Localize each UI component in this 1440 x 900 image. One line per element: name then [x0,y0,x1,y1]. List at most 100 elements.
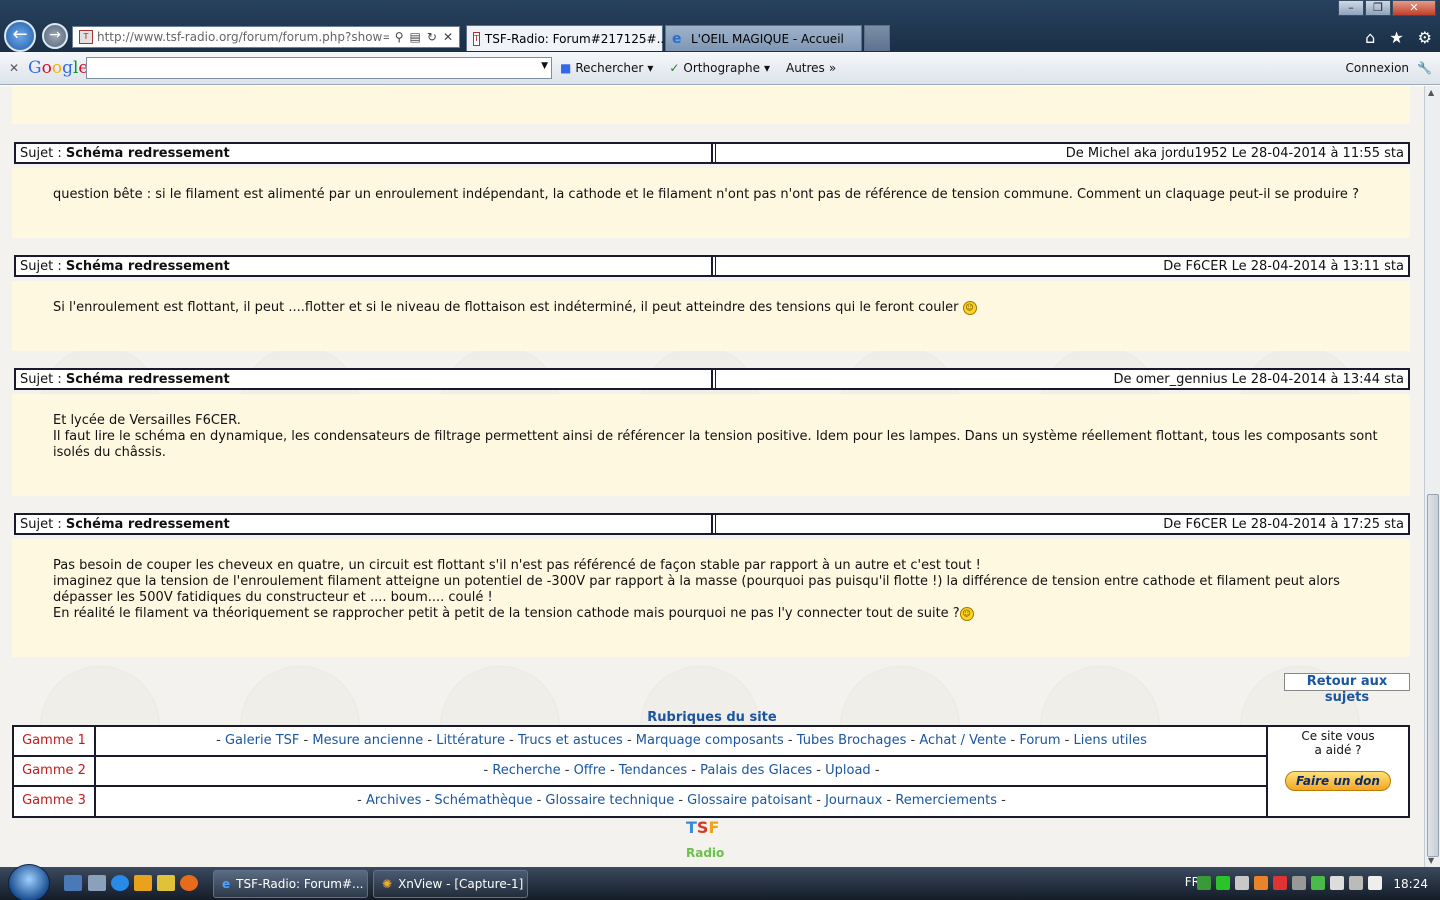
tray-app-icon[interactable] [1235,876,1249,890]
tab-tsf-forum[interactable]: T TSF-Radio: Forum#217125#... ✕ [466,25,678,51]
orthographe-button[interactable]: ✓ Orthographe ▾ [661,61,778,75]
post-body [12,281,1410,351]
post-subject: Schéma redressement [65,372,230,387]
close-toolbar-icon[interactable]: ✕ [0,61,28,75]
taskbar-xnview-window[interactable]: ✺ XnView - [Capture-1] [373,870,528,898]
power-icon[interactable] [1349,876,1363,890]
link-recherche[interactable]: Recherche [492,763,560,778]
link-galerie-tsf[interactable]: Galerie TSF [225,733,299,748]
tray-app-icon[interactable] [1311,876,1325,890]
rechercher-button[interactable]: ■ Rechercher ▾ [552,61,661,75]
link-archives[interactable]: Archives [366,793,421,808]
post-text: question bête : si le filament est alime… [53,187,1359,202]
gamme-row: Gamme 2 - Recherche - Offre - Tendances … [14,757,1267,787]
link-marquage-composants[interactable]: Marquage composants [636,733,784,748]
scroll-thumb[interactable] [1427,494,1439,857]
tab-label: TSF-Radio: Forum#217125#... [484,31,669,46]
browser-chrome: – ❐ ✕ ← → T http://www.tsf-radio.org/for… [0,0,1440,52]
tray-app-icon[interactable] [1292,876,1306,890]
dropdown-arrow-icon[interactable]: ▼ [541,61,548,71]
tsf-radio-logo[interactable]: TSF Radio [686,818,740,866]
link-mesure-ancienne[interactable]: Mesure ancienne [312,733,423,748]
tray-app-icon[interactable] [1197,876,1211,890]
tray-check-icon[interactable] [1216,876,1230,890]
refresh-icon[interactable]: ↻ [427,30,437,44]
retour-aux-sujets-link[interactable]: Retour aux sujets [1284,673,1410,705]
wrench-icon[interactable]: 🔧 [1417,61,1432,75]
show-desktop-icon[interactable] [64,875,82,891]
address-url[interactable]: http://www.tsf-radio.org/forum/forum.php… [97,30,389,44]
link-achat-vente[interactable]: Achat / Vente [919,733,1006,748]
new-tab-button[interactable] [864,25,890,51]
link-tubes-brochages[interactable]: Tubes Brochages [797,733,907,748]
post-text: Si l'enroulement est flottant, il peut .… [53,300,1403,316]
gamme-row: Gamme 3 - Archives - Schémathèque - Glos… [14,787,1267,817]
tab-label: L'OEIL MAGIQUE - Accueil [691,31,844,46]
ie-favicon-icon: e [672,30,682,47]
link-journaux[interactable]: Journaux [825,793,882,808]
spellcheck-icon: ✓ [669,61,680,75]
link-upload[interactable]: Upload [825,763,871,778]
network-icon[interactable] [1330,876,1344,890]
google-logo: Google [28,58,89,78]
link-offre[interactable]: Offre [574,763,606,778]
tray-app-icon[interactable] [1254,876,1268,890]
gamme-label: Gamme 3 [14,787,96,817]
taskbar-ie-window[interactable]: e TSF-Radio: Forum#... [213,870,368,898]
tab-oeil-magique[interactable]: e L'OEIL MAGIQUE - Accueil [665,25,862,51]
link-tendances[interactable]: Tendances [619,763,687,778]
link-palais-des-glaces[interactable]: Palais des Glaces [700,763,812,778]
tools-gear-icon[interactable]: ⚙ [1418,28,1432,47]
faire-un-don-button[interactable]: Faire un don [1285,771,1391,791]
post-body [12,168,1410,238]
firefox-icon[interactable] [180,875,198,891]
link-litterature[interactable]: Littérature [436,733,505,748]
gamme-label: Gamme 2 [14,757,96,785]
google-toolbar: ✕ Google ▼ ■ Rechercher ▾ ✓ Orthographe ▾ … [0,52,1440,85]
ie-icon: e [222,877,231,891]
back-button[interactable]: ← [4,20,36,52]
start-button[interactable] [8,864,50,900]
windows-taskbar: e TSF-Radio: Forum#... ✺ XnView - [Captu… [0,864,1440,900]
link-glossaire-patoisant[interactable]: Glossaire patoisant [687,793,812,808]
link-glossaire-technique[interactable]: Glossaire technique [545,793,674,808]
link-liens-utiles[interactable]: Liens utiles [1074,733,1147,748]
rubriques-title: Rubriques du site [647,710,777,725]
search-icon[interactable]: ⚲ [395,30,404,44]
clock[interactable]: 18:24 [1393,877,1428,891]
link-schematheque[interactable]: Schémathèque [434,793,532,808]
maximize-button[interactable]: ❐ [1365,0,1391,16]
autres-button[interactable]: Autres » [778,61,844,75]
post-meta: De F6CER Le 28-04-2014 à 13:11 sta [715,257,1408,275]
compat-view-icon[interactable]: ▤ [410,30,421,44]
address-bar[interactable]: T http://www.tsf-radio.org/forum/forum.p… [72,26,460,48]
gamme-links: - Recherche - Offre - Tendances - Palais… [483,763,880,778]
forward-button[interactable]: → [42,23,68,49]
internet-explorer-icon[interactable] [111,875,129,891]
window-controls: – ❐ ✕ [1338,0,1436,16]
google-search-input[interactable]: ▼ [86,57,552,79]
favorites-star-icon[interactable]: ★ [1389,28,1403,47]
rubriques-table: Gamme 1 - Galerie TSF - Mesure ancienne … [12,725,1410,818]
close-window-button[interactable]: ✕ [1392,0,1436,16]
media-player-icon[interactable] [134,875,152,891]
volume-icon[interactable] [1368,876,1382,890]
link-remerciements[interactable]: Remerciements [895,793,997,808]
gamme-label: Gamme 1 [14,727,96,755]
post-header: Sujet : Schéma redressement De Michel ak… [14,142,1410,164]
google-search-icon: ■ [560,61,572,75]
stop-icon[interactable]: ✕ [443,30,453,44]
folder-icon[interactable] [157,875,175,891]
scroll-up-icon[interactable]: ▲ [1428,88,1434,97]
home-icon[interactable]: ⌂ [1365,28,1375,47]
scroll-down-icon[interactable]: ▼ [1428,856,1434,865]
minimize-button[interactable]: – [1338,0,1364,16]
connexion-link[interactable]: Connexion [1346,61,1410,75]
switch-windows-icon[interactable] [88,875,106,891]
tray-app-icon[interactable] [1273,876,1287,890]
link-trucs-astuces[interactable]: Trucs et astuces [518,733,623,748]
vertical-scrollbar[interactable]: ▲ ▼ [1424,86,1440,867]
link-forum[interactable]: Forum [1019,733,1060,748]
post-subject: Schéma redressement [65,259,230,274]
gamme-links: - Archives - Schémathèque - Glossaire te… [357,793,1006,808]
